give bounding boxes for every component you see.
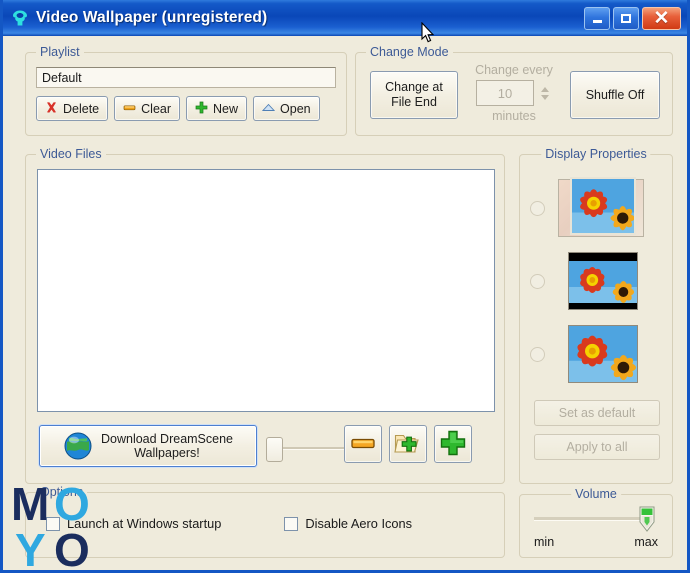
add-file-button[interactable] (434, 425, 472, 463)
flower-preview-icon (570, 177, 636, 235)
apply-to-all-label: Apply to all (566, 440, 628, 454)
spinner-up-icon[interactable] (540, 86, 549, 92)
change-mode-group: Change Mode Change at File End Change ev… (355, 45, 673, 136)
launch-at-startup-checkbox[interactable] (46, 516, 60, 531)
playlist-delete-button[interactable]: Delete (36, 96, 109, 121)
change-at-file-end-line2: File End (391, 95, 437, 109)
download-label: Download DreamScene Wallpapers! (101, 432, 233, 460)
playlist-new-button[interactable]: New (186, 96, 248, 121)
display-mode-center-thumbnail[interactable] (558, 177, 644, 239)
playlist-delete-label: Delete (63, 101, 100, 116)
set-as-default-button[interactable]: Set as default (534, 400, 660, 426)
add-folder-button[interactable] (389, 425, 427, 463)
change-mode-group-title: Change Mode (366, 45, 453, 59)
options-group-title: Options (36, 485, 88, 499)
orange-minus-icon (350, 430, 376, 459)
volume-slider-thumb[interactable] (639, 506, 655, 532)
close-icon: ✕ (653, 7, 670, 29)
minimize-button[interactable] (584, 6, 610, 30)
volume-slider-track[interactable] (534, 517, 654, 521)
blue-triangle-icon (262, 101, 276, 117)
globe-icon (63, 431, 93, 461)
spinner-arrows[interactable] (537, 80, 552, 106)
maximize-icon (621, 13, 631, 23)
remove-file-button[interactable] (344, 425, 382, 463)
volume-group: Volume min max (519, 487, 673, 558)
display-mode-letterbox[interactable] (530, 250, 666, 312)
playlist-open-label: Open (280, 101, 311, 116)
display-mode-letterbox-thumbnail[interactable] (558, 250, 644, 312)
display-mode-center[interactable] (530, 177, 666, 239)
change-at-file-end-button[interactable]: Change at File End (370, 71, 458, 119)
volume-min-label: min (534, 535, 555, 549)
folder-plus-icon (394, 430, 422, 459)
download-line1: Download DreamScene (100, 432, 233, 446)
video-files-group-title: Video Files (36, 147, 106, 161)
window-controls: ✕ (584, 6, 681, 30)
spinner-down-icon[interactable] (540, 94, 549, 100)
window-title: Video Wallpaper (unregistered) (36, 9, 268, 26)
disable-aero-icons-checkbox[interactable] (284, 516, 299, 531)
stretch-preview-icon (568, 325, 638, 383)
letterbox-preview-icon (568, 252, 638, 310)
video-file-action-buttons (344, 425, 472, 463)
shuffle-label: Shuffle Off (585, 88, 645, 102)
playlist-group: Playlist Default Delete Clear New Open (25, 45, 347, 136)
options-row: Launch at Windows startup Disable Aero I… (46, 516, 486, 531)
application-window: Video Wallpaper (unregistered) ✕ Playlis… (0, 0, 690, 573)
green-plus-icon (195, 101, 208, 117)
download-dreamscene-button[interactable]: Download DreamScene Wallpapers! (39, 425, 257, 467)
change-every-control: Change every 10 minutes (468, 63, 560, 123)
interval-spinner[interactable]: 10 (468, 80, 560, 106)
launch-at-startup-label[interactable]: Launch at Windows startup (67, 516, 221, 531)
orange-bar-icon (123, 101, 136, 117)
display-mode-letterbox-radio[interactable] (530, 273, 545, 289)
interval-value[interactable]: 10 (476, 80, 534, 106)
options-group: Options Launch at Windows startup Disabl… (25, 485, 505, 558)
set-as-default-label: Set as default (558, 406, 636, 420)
playlist-buttons: Delete Clear New Open (36, 96, 320, 121)
change-at-file-end-line1: Change at (385, 80, 443, 94)
display-mode-stretch[interactable] (530, 323, 666, 385)
download-line2: Wallpapers! (134, 446, 200, 460)
interval-units-label: minutes (492, 109, 536, 123)
volume-max-label: max (634, 535, 658, 549)
minimize-icon (592, 20, 602, 23)
disable-aero-icons-label[interactable]: Disable Aero Icons (305, 516, 412, 531)
display-mode-stretch-thumbnail[interactable] (558, 323, 644, 385)
video-wallpaper-icon (11, 9, 29, 27)
playlist-name-input[interactable]: Default (36, 67, 336, 88)
playlist-open-button[interactable]: Open (253, 96, 320, 121)
playlist-group-title: Playlist (36, 45, 84, 59)
speed-slider-thumb[interactable] (266, 437, 283, 462)
playlist-clear-button[interactable]: Clear (114, 96, 181, 121)
video-files-list[interactable] (37, 169, 495, 412)
display-properties-group: Display Properties Set as default Apply … (519, 147, 673, 484)
display-mode-stretch-radio[interactable] (530, 346, 545, 362)
green-plus-icon (440, 430, 466, 459)
apply-to-all-button[interactable]: Apply to all (534, 434, 660, 460)
title-bar: Video Wallpaper (unregistered) ✕ (3, 0, 687, 36)
disable-aero-icons-group: Disable Aero Icons (284, 516, 412, 531)
playlist-new-label: New (213, 101, 239, 116)
display-properties-group-title: Display Properties (541, 147, 651, 161)
maximize-button[interactable] (613, 6, 639, 30)
playlist-clear-label: Clear (141, 101, 172, 116)
shuffle-toggle-button[interactable]: Shuffle Off (570, 71, 660, 119)
red-x-icon (45, 101, 58, 117)
close-button[interactable]: ✕ (642, 6, 681, 30)
change-every-label: Change every (475, 63, 553, 77)
display-mode-center-radio[interactable] (530, 200, 545, 216)
volume-group-title: Volume (571, 487, 621, 501)
